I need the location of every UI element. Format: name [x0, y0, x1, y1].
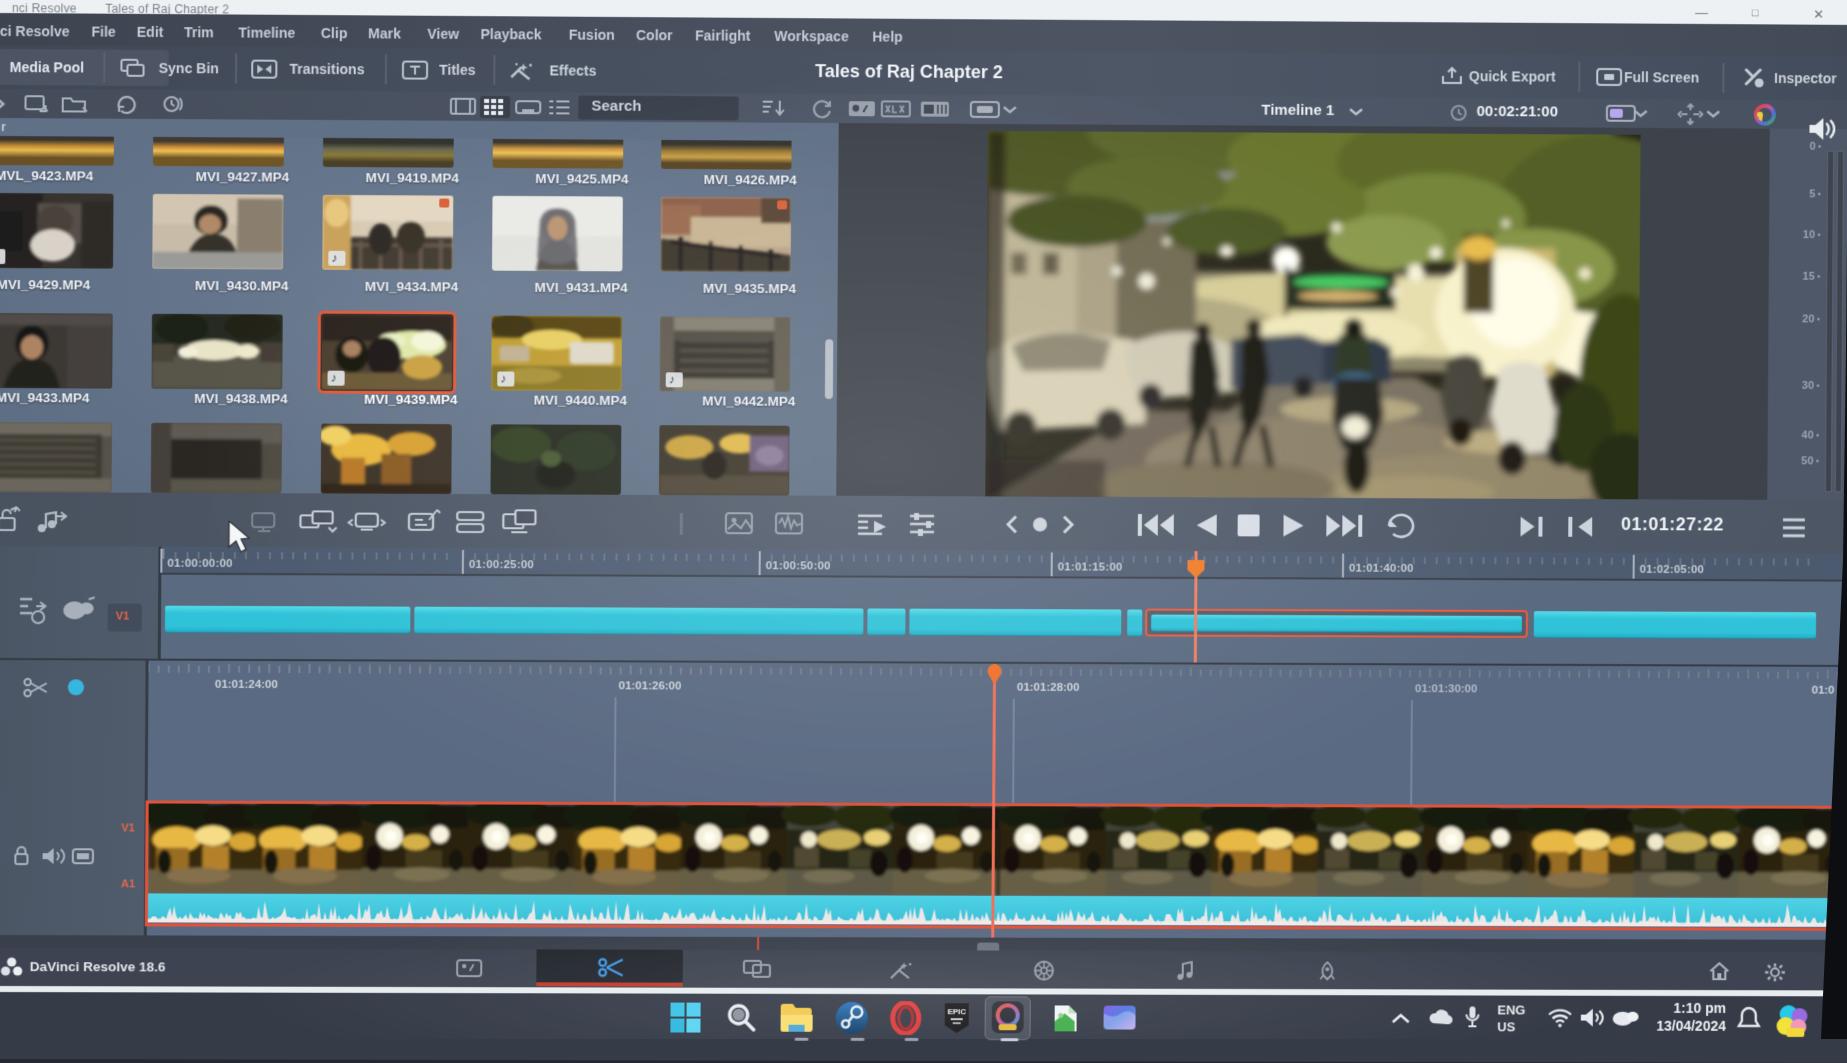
svg-text:EPIC: EPIC	[947, 1007, 966, 1016]
